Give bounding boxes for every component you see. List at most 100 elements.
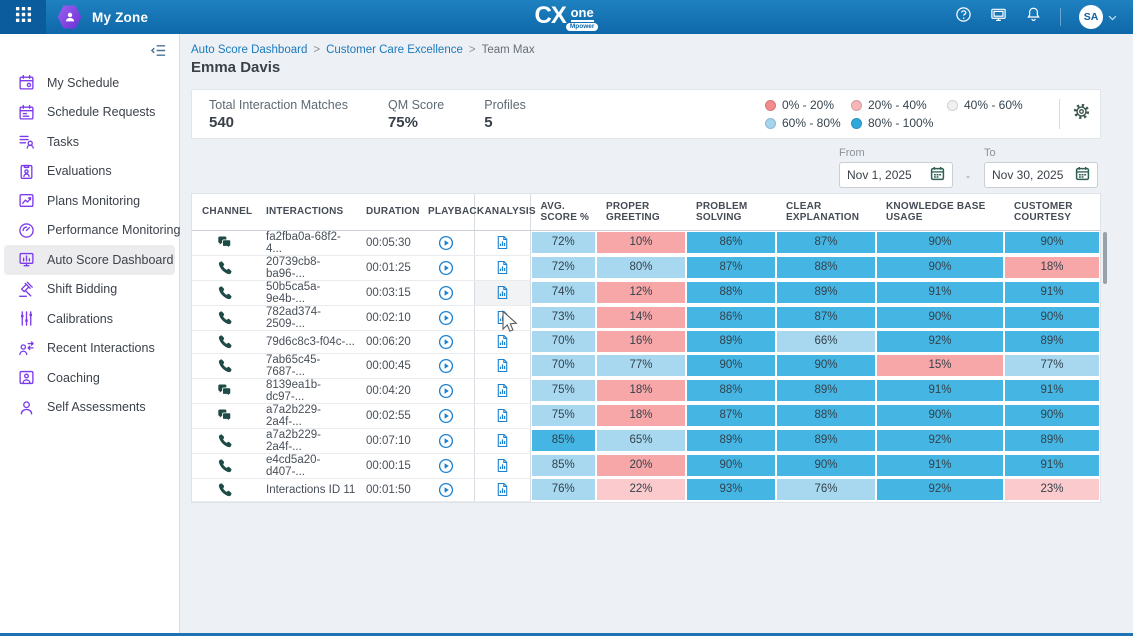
score-value: 85%	[532, 455, 596, 476]
play-button[interactable]	[438, 334, 454, 350]
sidebar-item-calibrations[interactable]: Calibrations	[4, 304, 175, 334]
analysis-button[interactable]	[495, 310, 510, 325]
score-value: 65%	[597, 430, 685, 451]
stat-qm-score: QM Score75%	[388, 98, 444, 131]
table-scrollbar[interactable]	[1103, 232, 1107, 284]
analysis-button[interactable]	[495, 482, 510, 497]
column-header-clear-explanation[interactable]: CLEAR EXPLANATION	[776, 194, 876, 230]
score-value: 80%	[597, 257, 685, 278]
sidebar-item-performance-monitoring[interactable]: Performance Monitoring	[4, 216, 175, 246]
sidebar-item-recent-interactions[interactable]: Recent Interactions	[4, 334, 175, 364]
breadcrumb: Auto Score Dashboard > Customer Care Excel…	[191, 44, 1101, 56]
play-button[interactable]	[438, 408, 454, 424]
sidebar-item-evaluations[interactable]: Evaluations	[4, 157, 175, 187]
channel-cell	[192, 280, 256, 305]
play-button[interactable]	[438, 458, 454, 474]
user-menu-button[interactable]: SA	[1079, 5, 1117, 29]
table-row: 50b5ca5a-9e4b-...00:03:1574%12%88%89%91%…	[192, 280, 1100, 305]
column-header-duration[interactable]: DURATION	[356, 194, 418, 230]
analysis-button[interactable]	[495, 260, 510, 275]
breadcrumb-separator: >	[313, 44, 320, 56]
breadcrumb-item-customer-care-excellence[interactable]: Customer Care Excellence	[326, 44, 463, 56]
legend-dot-icon	[947, 100, 958, 111]
analysis-cell	[474, 378, 530, 403]
legend-dot-icon	[851, 100, 862, 111]
problem-solving-cell: 88%	[686, 280, 776, 305]
from-date-input[interactable]: Nov 1, 2025	[839, 162, 953, 188]
column-header-proper-greeting[interactable]: PROPER GREETING	[596, 194, 686, 230]
clear-explanation-cell: 76%	[776, 478, 876, 501]
avg-score-cell: 75%	[530, 403, 596, 428]
sidebar-nav: My ScheduleSchedule RequestsTasksEvaluat…	[0, 68, 179, 422]
analysis-button[interactable]	[495, 458, 510, 473]
cxone-logo-cx: CX	[535, 4, 566, 28]
play-button[interactable]	[438, 235, 454, 251]
column-header-avg-score[interactable]: AVG. SCORE %	[530, 194, 596, 230]
auto-score-dashboard-icon	[18, 251, 35, 268]
analysis-button[interactable]	[495, 358, 510, 373]
analysis-button[interactable]	[495, 285, 510, 300]
interaction-id-cell: Interactions ID 11	[256, 478, 356, 501]
analysis-button[interactable]	[495, 334, 510, 349]
analysis-button[interactable]	[495, 433, 510, 448]
sidebar-item-self-assessments[interactable]: Self Assessments	[4, 393, 175, 423]
sidebar-item-shift-bidding[interactable]: Shift Bidding	[4, 275, 175, 305]
column-header-playback[interactable]: PLAYBACK	[418, 194, 474, 230]
play-button[interactable]	[438, 358, 454, 374]
column-header-customer-courtesy[interactable]: CUSTOMER COURTESY	[1004, 194, 1100, 230]
call-icon	[217, 285, 232, 300]
play-button[interactable]	[438, 433, 454, 449]
settings-gear-button[interactable]	[1072, 102, 1091, 126]
call-icon	[217, 458, 232, 473]
sidebar-item-plans-monitoring[interactable]: Plans Monitoring	[4, 186, 175, 216]
column-header-knowledge-base-usage[interactable]: KNOWLEDGE BASE USAGE	[876, 194, 1004, 230]
duration-cell: 00:02:10	[356, 305, 418, 330]
coaching-icon	[18, 369, 35, 386]
schedule-requests-icon	[18, 104, 35, 121]
score-value: 10%	[597, 232, 685, 253]
sidebar-item-my-schedule[interactable]: My Schedule	[4, 68, 175, 98]
play-button[interactable]	[438, 310, 454, 326]
analysis-button[interactable]	[495, 235, 510, 250]
score-value: 91%	[1005, 380, 1099, 401]
play-button[interactable]	[438, 383, 454, 399]
legend-item-0-20: 0% - 20%	[765, 98, 851, 112]
interaction-id-cell: 79d6c8c3-f04c-...	[256, 330, 356, 353]
column-header-problem-solving[interactable]: PROBLEM SOLVING	[686, 194, 776, 230]
analysis-button[interactable]	[495, 383, 510, 398]
collapse-sidebar-button[interactable]	[0, 34, 179, 68]
sidebar-item-coaching[interactable]: Coaching	[4, 363, 175, 393]
breadcrumb-item-auto-score-dashboard[interactable]: Auto Score Dashboard	[191, 44, 307, 56]
score-value: 87%	[687, 405, 775, 426]
main-area: Auto Score Dashboard > Customer Care Excel…	[181, 34, 1133, 633]
customer-courtesy-cell: 91%	[1004, 280, 1100, 305]
play-button[interactable]	[438, 260, 454, 276]
play-button[interactable]	[438, 285, 454, 301]
waffle-menu-button[interactable]	[0, 0, 46, 34]
analysis-button[interactable]	[495, 408, 510, 423]
help-icon	[955, 6, 972, 28]
interactions-table: CHANNELINTERACTIONSDURATIONPLAYBACKANALY…	[191, 193, 1101, 503]
from-label: From	[839, 147, 953, 159]
playback-cell	[418, 428, 474, 453]
score-value: 91%	[1005, 455, 1099, 476]
play-button[interactable]	[438, 482, 454, 498]
score-value: 93%	[687, 479, 775, 500]
column-header-interactions[interactable]: INTERACTIONS	[256, 194, 356, 230]
score-value: 89%	[777, 282, 875, 303]
column-header-channel[interactable]: CHANNEL	[192, 194, 256, 230]
legend-dot-icon	[765, 118, 776, 129]
customer-courtesy-cell: 90%	[1004, 230, 1100, 255]
to-date-input[interactable]: Nov 30, 2025	[984, 162, 1098, 188]
sidebar-item-tasks[interactable]: Tasks	[4, 127, 175, 157]
help-button[interactable]	[955, 6, 972, 28]
proper-greeting-cell: 80%	[596, 255, 686, 280]
to-date-value: Nov 30, 2025	[992, 168, 1063, 182]
sidebar-item-auto-score-dashboard[interactable]: Auto Score Dashboard	[4, 245, 175, 275]
stat-label: Total Interaction Matches	[209, 98, 348, 112]
sidebar-item-schedule-requests[interactable]: Schedule Requests	[4, 98, 175, 128]
score-value: 87%	[777, 307, 875, 328]
screen-share-button[interactable]	[990, 6, 1007, 28]
notifications-button[interactable]	[1025, 6, 1042, 28]
table-row: 79d6c8c3-f04c-...00:06:2070%16%89%66%92%…	[192, 330, 1100, 353]
